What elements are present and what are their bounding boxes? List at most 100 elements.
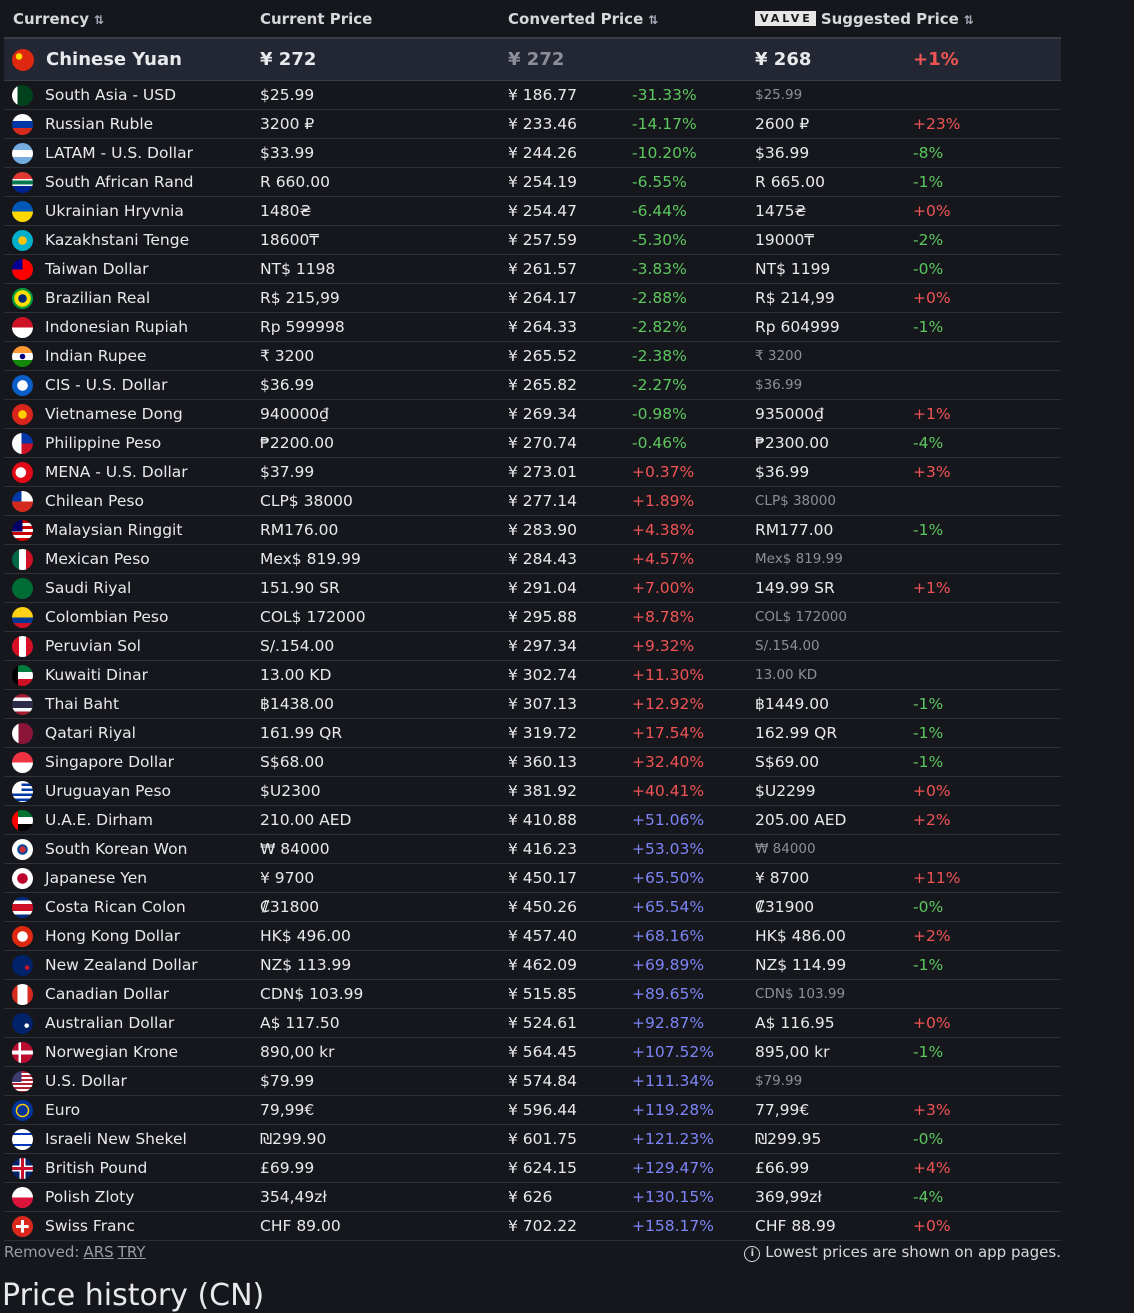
table-row[interactable]: British Pound £69.99 ¥ 624.15 +129.47% £…: [4, 1154, 1061, 1183]
table-row[interactable]: Indian Rupee ₹ 3200 ¥ 265.52 -2.38% ₹ 32…: [4, 342, 1061, 371]
table-row[interactable]: LATAM - U.S. Dollar $33.99 ¥ 244.26 -10.…: [4, 139, 1061, 168]
converted-price: ¥ 462.09: [508, 956, 578, 974]
suggested-diff: -0%: [913, 898, 944, 916]
suggested-diff: +0%: [913, 782, 951, 800]
converted-diff: +17.54%: [632, 724, 705, 742]
table-body: Chinese Yuan ¥ 272 ¥ 272 ¥ 268 +1% South…: [4, 38, 1061, 1241]
removed-link-try[interactable]: TRY: [118, 1243, 146, 1261]
suggested-price: COL$ 172000: [755, 609, 847, 625]
converted-price: ¥ 186.77: [508, 86, 578, 104]
flag-cn-icon: [12, 48, 34, 71]
currency-name: Indian Rupee: [45, 347, 147, 365]
table-row[interactable]: Uruguayan Peso $U2300 ¥ 381.92 +40.41% $…: [4, 777, 1061, 806]
table-row[interactable]: Ukrainian Hryvnia 1480₴ ¥ 254.47 -6.44% …: [4, 197, 1061, 226]
converted-price: ¥ 273.01: [508, 463, 578, 481]
suggested-price: 895,00 kr: [755, 1043, 830, 1061]
suggested-price: ₱2300.00: [755, 434, 829, 452]
converted-diff: +32.40%: [632, 753, 705, 771]
table-row[interactable]: Vietnamese Dong 940000₫ ¥ 269.34 -0.98% …: [4, 400, 1061, 429]
currency-name: Indonesian Rupiah: [45, 318, 189, 336]
currency-cell: Uruguayan Peso: [4, 780, 260, 802]
removed-link-ars[interactable]: ARS: [83, 1243, 113, 1261]
current-price: ¥ 272: [260, 49, 317, 70]
table-row-highlight[interactable]: Chinese Yuan ¥ 272 ¥ 272 ¥ 268 +1%: [4, 38, 1061, 81]
table-row[interactable]: Swiss Franc CHF 89.00 ¥ 702.22 +158.17% …: [4, 1212, 1061, 1241]
current-price: $79.99: [260, 1072, 315, 1090]
table-row[interactable]: MENA - U.S. Dollar $37.99 ¥ 273.01 +0.37…: [4, 458, 1061, 487]
table-row[interactable]: U.A.E. Dirham 210.00 AED ¥ 410.88 +51.06…: [4, 806, 1061, 835]
table-row[interactable]: CIS - U.S. Dollar $36.99 ¥ 265.82 -2.27%…: [4, 371, 1061, 400]
table-row[interactable]: Kuwaiti Dinar 13.00 KD ¥ 302.74 +11.30% …: [4, 661, 1061, 690]
converted-diff: -5.30%: [632, 231, 687, 249]
table-row[interactable]: Kazakhstani Tenge 18600₸ ¥ 257.59 -5.30%…: [4, 226, 1061, 255]
header-converted-price[interactable]: Converted Price ⇅: [508, 10, 755, 28]
table-row[interactable]: Qatari Riyal 161.99 QR ¥ 319.72 +17.54% …: [4, 719, 1061, 748]
currency-cell: U.A.E. Dirham: [4, 809, 260, 831]
table-row[interactable]: Costa Rican Colon ₡31800 ¥ 450.26 +65.54…: [4, 893, 1061, 922]
table-row[interactable]: Hong Kong Dollar HK$ 496.00 ¥ 457.40 +68…: [4, 922, 1061, 951]
suggested-price: A$ 116.95: [755, 1014, 835, 1032]
currency-cell: Kazakhstani Tenge: [4, 229, 260, 251]
currency-name: Euro: [45, 1101, 81, 1119]
currency-cell: Russian Ruble: [4, 113, 260, 135]
header-suggested-price[interactable]: VALVE Suggested Price ⇅: [755, 10, 1061, 28]
table-row[interactable]: Thai Baht ฿1438.00 ¥ 307.13 +12.92% ฿144…: [4, 690, 1061, 719]
sort-icon[interactable]: ⇅: [964, 13, 974, 27]
converted-diff: -0.98%: [632, 405, 687, 423]
currency-name: U.S. Dollar: [45, 1072, 127, 1090]
flag-ae-icon: [12, 809, 33, 831]
converted-price: ¥ 564.45: [508, 1043, 578, 1061]
currency-name: Norwegian Krone: [45, 1043, 179, 1061]
table-row[interactable]: Malaysian Ringgit RM176.00 ¥ 283.90 +4.3…: [4, 516, 1061, 545]
converted-price: ¥ 450.26: [508, 898, 578, 916]
suggested-diff: +1%: [913, 405, 951, 423]
table-row[interactable]: Colombian Peso COL$ 172000 ¥ 295.88 +8.7…: [4, 603, 1061, 632]
table-row[interactable]: Chilean Peso CLP$ 38000 ¥ 277.14 +1.89% …: [4, 487, 1061, 516]
flag-pe-icon: [12, 635, 33, 657]
table-row[interactable]: Canadian Dollar CDN$ 103.99 ¥ 515.85 +89…: [4, 980, 1061, 1009]
currency-cell: U.S. Dollar: [4, 1070, 260, 1092]
table-row[interactable]: Taiwan Dollar NT$ 1198 ¥ 261.57 -3.83% N…: [4, 255, 1061, 284]
table-row[interactable]: South Asia - USD $25.99 ¥ 186.77 -31.33%…: [4, 81, 1061, 110]
currency-cell: Saudi Riyal: [4, 577, 260, 599]
sort-icon[interactable]: ⇅: [94, 13, 104, 27]
table-row[interactable]: Philippine Peso ₱2200.00 ¥ 270.74 -0.46%…: [4, 429, 1061, 458]
converted-diff: -2.82%: [632, 318, 687, 336]
table-row[interactable]: Euro 79,99€ ¥ 596.44 +119.28% 77,99€ +3%: [4, 1096, 1061, 1125]
sort-icon[interactable]: ⇅: [648, 13, 658, 27]
table-row[interactable]: New Zealand Dollar NZ$ 113.99 ¥ 462.09 +…: [4, 951, 1061, 980]
converted-diff: +1.89%: [632, 492, 695, 510]
currency-name: Kazakhstani Tenge: [45, 231, 190, 249]
table-row[interactable]: U.S. Dollar $79.99 ¥ 574.84 +111.34% $79…: [4, 1067, 1061, 1096]
flag-id-icon: [12, 316, 33, 338]
table-row[interactable]: South African Rand R 660.00 ¥ 254.19 -6.…: [4, 168, 1061, 197]
table-row[interactable]: Polish Zloty 354,49zł ¥ 626 +130.15% 369…: [4, 1183, 1061, 1212]
currency-cell: New Zealand Dollar: [4, 954, 260, 976]
table-row[interactable]: Saudi Riyal 151.90 SR ¥ 291.04 +7.00% 14…: [4, 574, 1061, 603]
table-row[interactable]: Singapore Dollar S$68.00 ¥ 360.13 +32.40…: [4, 748, 1061, 777]
currency-name: Mexican Peso: [45, 550, 150, 568]
table-row[interactable]: Brazilian Real R$ 215,99 ¥ 264.17 -2.88%…: [4, 284, 1061, 313]
table-row[interactable]: Norwegian Krone 890,00 kr ¥ 564.45 +107.…: [4, 1038, 1061, 1067]
table-row[interactable]: Japanese Yen ¥ 9700 ¥ 450.17 +65.50% ¥ 8…: [4, 864, 1061, 893]
converted-diff: -2.88%: [632, 289, 687, 307]
flag-cr-icon: [12, 896, 33, 918]
table-row[interactable]: Australian Dollar A$ 117.50 ¥ 524.61 +92…: [4, 1009, 1061, 1038]
table-row[interactable]: Peruvian Sol S/.154.00 ¥ 297.34 +9.32% S…: [4, 632, 1061, 661]
suggested-diff: +0%: [913, 289, 951, 307]
currency-name: Polish Zloty: [45, 1188, 135, 1206]
table-row[interactable]: Mexican Peso Mex$ 819.99 ¥ 284.43 +4.57%…: [4, 545, 1061, 574]
current-price: 1480₴: [260, 202, 312, 220]
header-currency[interactable]: Currency ⇅: [4, 10, 260, 28]
currency-name: LATAM - U.S. Dollar: [45, 144, 193, 162]
info-icon: i: [744, 1245, 761, 1262]
currency-cell: Norwegian Krone: [4, 1041, 260, 1063]
flag-hk-icon: [12, 925, 33, 947]
converted-diff: +111.34%: [632, 1072, 714, 1090]
flag-ca-icon: [12, 983, 33, 1005]
table-row[interactable]: Indonesian Rupiah Rp 599998 ¥ 264.33 -2.…: [4, 313, 1061, 342]
table-row[interactable]: South Korean Won ₩ 84000 ¥ 416.23 +53.03…: [4, 835, 1061, 864]
currency-name: Thai Baht: [45, 695, 120, 713]
table-row[interactable]: Russian Ruble 3200 ₽ ¥ 233.46 -14.17% 26…: [4, 110, 1061, 139]
table-row[interactable]: Israeli New Shekel ₪299.90 ¥ 601.75 +121…: [4, 1125, 1061, 1154]
